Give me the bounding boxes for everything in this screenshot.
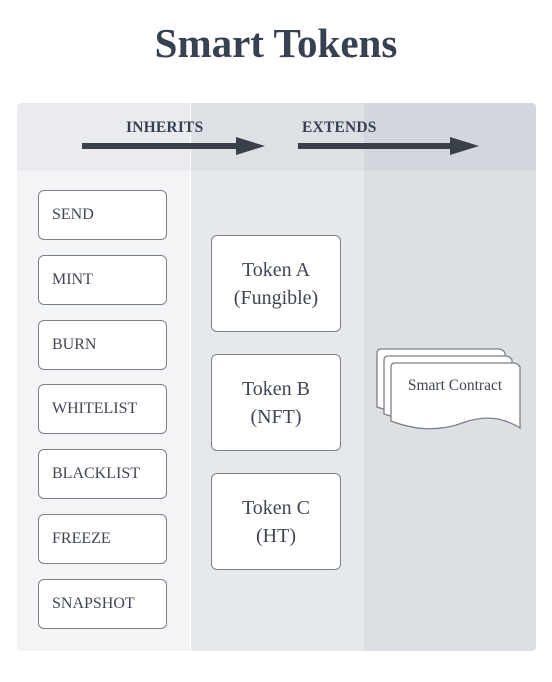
token-b-box[interactable]: Token B (NFT)	[211, 354, 341, 451]
column-operations	[17, 103, 191, 651]
token-type: (NFT)	[250, 405, 302, 428]
operation-mint[interactable]: MINT	[38, 255, 167, 305]
operation-whitelist[interactable]: WHITELIST	[38, 384, 167, 434]
operation-label: BLACKLIST	[52, 465, 140, 482]
page-title: Smart Tokens	[154, 20, 398, 66]
operation-label: SNAPSHOT	[52, 595, 135, 612]
token-type: (Fungible)	[233, 286, 319, 309]
inherits-arrow-icon	[82, 137, 265, 155]
token-name: Token B	[241, 377, 311, 400]
token-name: Token A	[241, 258, 311, 281]
operation-blacklist[interactable]: BLACKLIST	[38, 449, 167, 499]
operation-label: SEND	[52, 206, 94, 223]
operation-snapshot[interactable]: SNAPSHOT	[38, 579, 167, 629]
operation-freeze[interactable]: FREEZE	[38, 514, 167, 564]
token-type: (HT)	[256, 524, 296, 547]
token-c-box[interactable]: Token C (HT)	[211, 473, 341, 570]
operation-label: MINT	[52, 271, 93, 288]
operation-label: FREEZE	[52, 530, 111, 547]
extends-arrow-icon	[298, 137, 479, 155]
smart-contract-label: Smart Contract	[407, 377, 503, 394]
operation-label: BURN	[52, 336, 97, 353]
token-a-box[interactable]: Token A (Fungible)	[211, 235, 341, 332]
operation-send[interactable]: SEND	[38, 190, 167, 240]
operation-burn[interactable]: BURN	[38, 320, 167, 370]
operation-label: WHITELIST	[52, 400, 138, 417]
token-name: Token C	[241, 496, 311, 519]
